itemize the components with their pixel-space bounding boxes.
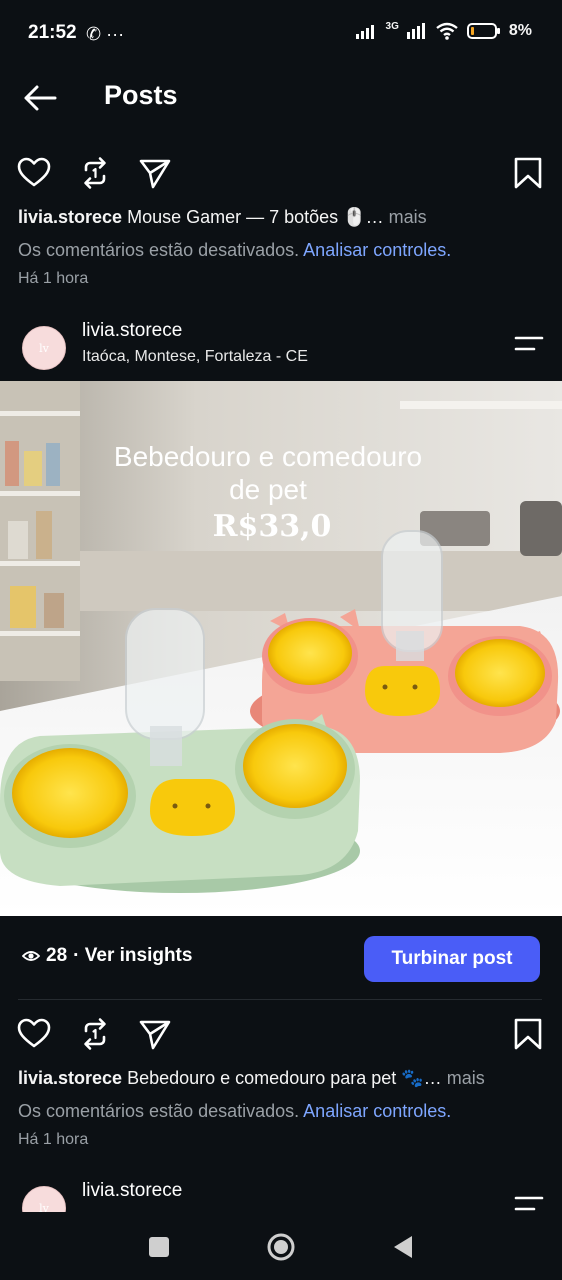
heart-icon [17,1018,51,1048]
status-time: 21:52 [28,22,77,43]
post1-comments-off-text: Os comentários estão desativados. [18,240,300,260]
triangle-back-icon [394,1236,412,1258]
post1-caption: livia.storece Mouse Gamer — 7 botões 🖱️…… [18,207,427,228]
post2-actions [0,1011,562,1055]
square-icon [149,1237,169,1257]
post1-timestamp: Há 1 hora [18,270,89,287]
eye-icon [22,951,40,961]
post1-actions [0,150,562,194]
post2-comments-off-text: Os comentários estão desativados. [18,1101,300,1121]
post1-more-link[interactable]: mais [389,207,427,227]
status-bar: 21:52 ✆ ··· 3G 8% [0,0,562,68]
post2-timestamp: Há 1 hora [18,1131,89,1148]
boost-post-button[interactable]: Turbinar post [364,936,540,982]
bookmark-icon [514,1018,542,1050]
post-options-button[interactable] [514,1194,544,1212]
system-nav-bar [0,1212,562,1280]
send-icon [139,1020,171,1050]
post2-comments-off: Os comentários estão desativados. Analis… [18,1101,451,1122]
page-title: Posts [104,80,178,110]
like-button[interactable] [17,156,51,190]
status-right-group: 3G 8% [355,20,532,40]
heart-icon [17,157,51,187]
system-back-button[interactable] [392,1234,414,1260]
share-button[interactable] [138,1017,172,1051]
recents-button[interactable] [148,1236,170,1258]
repost-button[interactable] [78,1017,112,1051]
repost-button[interactable] [78,156,112,190]
signal-icon [355,25,374,39]
arrow-left-icon [24,85,57,111]
share-button[interactable] [138,156,172,190]
circle-icon [267,1233,295,1261]
avatar-text: lv [39,341,49,355]
post2-caption-username[interactable]: livia.storece [18,1068,122,1088]
network-type: 3G [385,20,399,32]
repost-icon [84,1018,106,1050]
bookmark-icon [514,157,542,189]
insights-label[interactable]: · Ver insights [73,945,192,967]
post3-header: lv livia.storece [0,1180,562,1212]
battery-icon [466,23,500,39]
divider [18,999,542,1000]
status-notification-icons: ✆ ··· [86,24,125,44]
repost-icon [84,157,106,189]
menu-lines-icon [514,336,544,351]
post2-analyze-controls-link[interactable]: Analisar controles. [303,1101,451,1121]
post2-location[interactable]: Itaóca, Montese, Fortaleza - CE [82,348,308,366]
post-options-button[interactable] [514,334,544,354]
image-price: R$33,0 [212,509,332,544]
save-button[interactable] [511,156,545,190]
top-bar: Posts [0,68,562,128]
signal-icon-2 [406,23,425,39]
post2-username[interactable]: livia.storece [82,320,182,342]
home-button[interactable] [266,1232,296,1262]
post2-caption-text: Bebedouro e comedouro para pet 🐾… [127,1068,442,1088]
post2-header: lv livia.storece Itaóca, Montese, Fortal… [0,320,562,380]
insights-row[interactable]: 28 · Ver insights [22,945,192,967]
post2-more-link[interactable]: mais [447,1068,485,1088]
avatar-text: lv [39,1201,49,1213]
post3-username[interactable]: livia.storece [82,1180,182,1202]
post1-caption-username[interactable]: livia.storece [18,207,122,227]
image-title-line1: Bebedouro e comedouro [113,441,423,472]
post1-comments-off: Os comentários estão desativados. Analis… [18,240,451,261]
avatar[interactable]: lv [22,1186,66,1212]
wifi-icon [436,22,458,40]
back-button[interactable] [22,82,58,114]
send-icon [139,159,171,189]
views-count: 28 [46,945,68,966]
avatar[interactable]: lv [22,326,66,370]
like-button[interactable] [17,1017,51,1051]
battery-level: 8% [508,22,532,39]
image-title-line2: de pet [229,474,307,505]
post1-analyze-controls-link[interactable]: Analisar controles. [303,240,451,260]
save-button[interactable] [511,1017,545,1051]
post2-caption: livia.storece Bebedouro e comedouro para… [18,1068,485,1089]
menu-lines-icon [514,1196,544,1211]
post-image[interactable]: Bebedouro e comedouro de pet R$33,0 [0,381,562,916]
post1-caption-text: Mouse Gamer — 7 botões 🖱️… [127,207,384,227]
